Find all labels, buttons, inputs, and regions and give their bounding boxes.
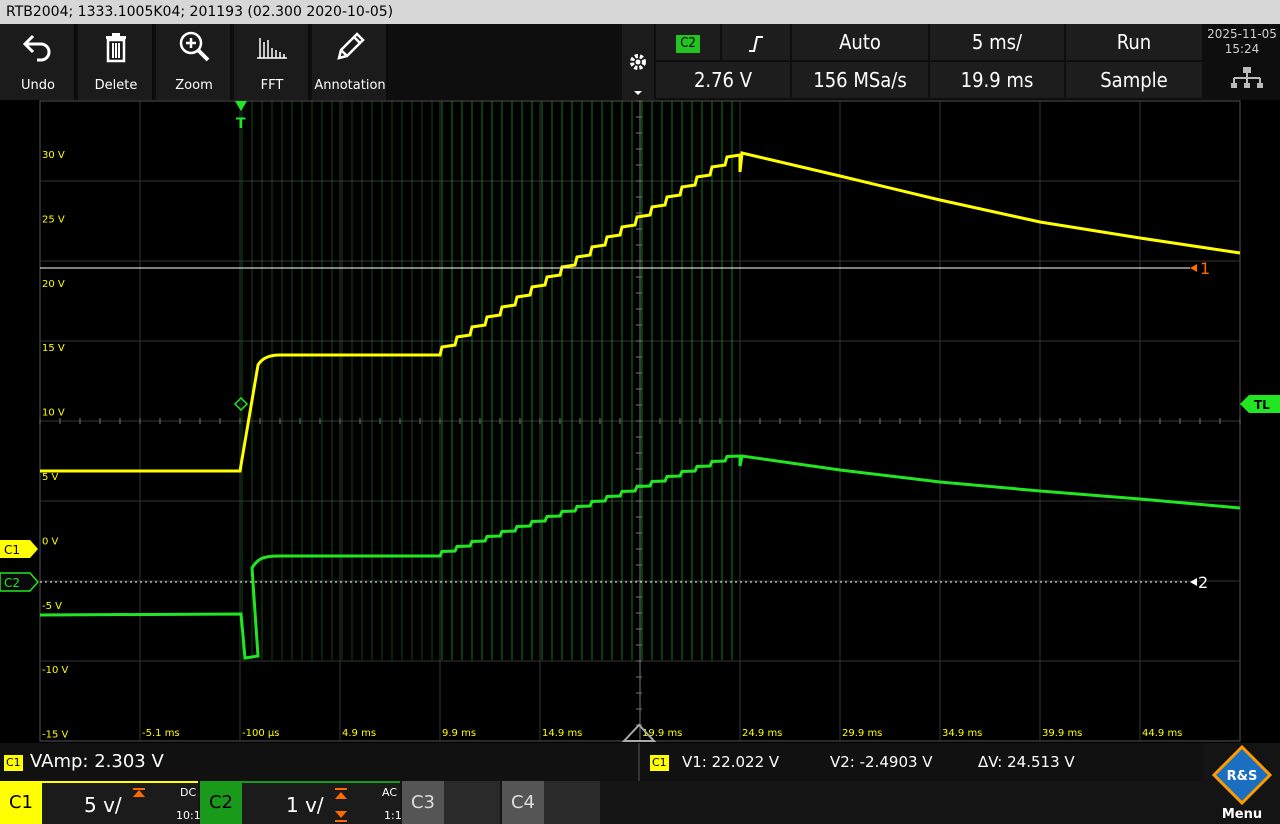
ch2-waveform-spikes [241,101,733,660]
y-axis-label: -5 V [42,601,62,612]
x-axis-label: 14.9 ms [542,728,582,739]
cursor-v2: V2: -2.4903 V [830,753,933,771]
cursor-delta-v: ΔV: 24.513 V [978,753,1075,771]
trigger-point-marker [233,396,249,412]
x-axis-label: -100 µs [242,728,279,739]
ch4-button[interactable]: C4 [502,781,544,824]
ch1-probe: 10:1 [176,809,201,822]
ch1-settings[interactable]: 5 v/ DC 10:1 [42,781,201,824]
y-axis-label: 10 V [42,408,65,419]
cursor1-label: 1 [1200,259,1210,278]
x-axis-label: 39.9 ms [1042,728,1082,739]
y-axis-labels: 30 V 25 V 20 V 15 V 10 V 5 V 0 V -5 V -10 V -15 V [42,150,69,741]
svg-text:R&S: R&S [1227,769,1258,784]
x-axis-label: 4.9 ms [342,728,376,739]
ch1-coupling: DC [180,786,197,799]
measurement-divider [638,743,640,781]
channel-bar: C1 5 v/ DC 10:1 C2 1 v/ AC 1:1 C3 C4 R&S… [0,743,1280,824]
cursor-v1: V1: 22.022 V [682,753,780,771]
x-axis-label: 44.9 ms [1142,728,1182,739]
ch1-button[interactable]: C1 [0,781,42,824]
y-axis-label: 25 V [42,214,65,225]
graticule [39,100,1241,742]
x-axis-label: 24.9 ms [742,728,782,739]
y-axis-label: 5 V [42,472,59,483]
trigger-marker-label: T [236,116,246,132]
rs-logo-icon: R&S [1212,745,1272,805]
cursor2-label: 2 [1198,573,1208,592]
trigger-position-marker[interactable] [235,101,247,111]
menu-label: Menu [1221,807,1263,822]
ch3-settings[interactable] [444,781,500,824]
ch2-probe: 1:1 [384,809,402,822]
x-axis-labels: -5.1 ms -100 µs 4.9 ms 9.9 ms 14.9 ms 19.9 ms… [142,728,1182,739]
y-axis-label: 15 V [42,343,65,354]
measurement-channel-badge: C1 [4,755,23,771]
measurement-value[interactable]: VAmp: 2.303 V [30,751,164,772]
y-axis-label: 20 V [42,279,65,290]
ch2-button[interactable]: C2 [200,781,242,824]
y-axis-label: -10 V [42,665,69,676]
x-axis-label: 29.9 ms [842,728,882,739]
menu-button[interactable]: R&S Menu [1204,743,1280,824]
c1-offset-label: C1 [4,543,20,557]
ch2-coupling: AC [382,786,398,799]
y-axis-label: 30 V [42,150,65,161]
ch1-scale-arrows-icon[interactable] [132,787,146,821]
cursor-channel-badge: C1 [650,755,669,771]
y-axis-label: 0 V [42,536,59,547]
waveform-display[interactable]: 30 V 25 V 20 V 15 V 10 V 5 V 0 V -5 V -10 V -15 V… [0,0,1280,743]
cursor2-arrow [1190,578,1197,586]
y-axis-label: -15 V [42,730,69,741]
ch2-scale: 1 v/ [286,793,324,817]
measurement-bar: C1 VAmp: 2.303 V C1 V1: 22.022 V V2: -2.… [0,743,1280,781]
ch3-button[interactable]: C3 [402,781,444,824]
ch1-scale: 5 v/ [84,793,122,817]
x-axis-label: 9.9 ms [442,728,476,739]
ch4-settings[interactable] [544,781,600,824]
ch2-scale-arrows-icon[interactable] [334,787,348,823]
c2-offset-label: C2 [4,576,20,590]
ch2-settings[interactable]: 1 v/ AC 1:1 [242,781,402,824]
x-axis-label: -5.1 ms [142,728,180,739]
trigger-level-marker-label: TL [1254,398,1270,412]
x-axis-label: 34.9 ms [942,728,982,739]
cursor1-arrow [1190,264,1197,272]
